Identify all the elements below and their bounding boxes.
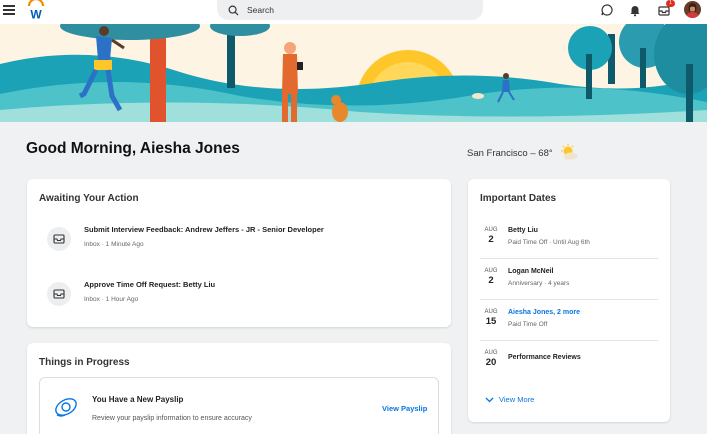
date-detail: Paid Time Off [508, 321, 548, 328]
payslip-subtitle: Review your payslip information to ensur… [92, 415, 252, 422]
date-detail: Anniversary · 4 years [508, 280, 570, 287]
inbox-badge: 1 [666, 0, 675, 7]
task-subtitle: Inbox · 1 Hour Ago [84, 296, 139, 303]
date-item[interactable]: AUG 2 Logan McNeil Anniversary · 4 years [480, 259, 658, 300]
workday-logo[interactable]: W [26, 0, 46, 20]
date-month: AUG [484, 227, 498, 233]
date-item[interactable]: AUG 15 Aiesha Jones, 2 more Paid Time Of… [480, 300, 658, 341]
date-day: 2 [488, 275, 494, 286]
search-placeholder: Search [247, 5, 274, 15]
bell-icon[interactable] [628, 3, 642, 17]
date-day: 15 [485, 316, 497, 327]
search-input[interactable]: Search [217, 0, 483, 20]
welcome-banner-illustration [0, 24, 707, 122]
date-month: AUG [484, 309, 498, 315]
task-subtitle: Inbox · 1 Minute Ago [84, 241, 144, 248]
inbox-tray-icon [47, 227, 71, 251]
weather-widget: San Francisco – 68° [467, 144, 579, 162]
date-detail: Paid Time Off · Until Aug 6th [508, 239, 590, 246]
payslip-title: You Have a New Payslip [92, 395, 184, 404]
date-name-link[interactable]: Aiesha Jones, 2 more [508, 309, 580, 316]
menu-icon[interactable] [3, 5, 15, 15]
date-day: 2 [488, 234, 494, 245]
task-title: Submit Interview Feedback: Andrew Jeffer… [84, 225, 324, 234]
awaiting-action-title: Awaiting Your Action [39, 193, 139, 204]
awaiting-action-card: Awaiting Your Action Submit Interview Fe… [27, 179, 451, 327]
date-month: AUG [484, 268, 498, 274]
important-dates-card: Important Dates AUG 2 Betty Liu Paid Tim… [468, 179, 670, 422]
view-payslip-link[interactable]: View Payslip [382, 404, 427, 413]
view-more-label: View More [499, 395, 535, 404]
inbox-tray-icon [47, 282, 71, 306]
view-more-button[interactable]: View More [485, 395, 534, 404]
things-in-progress-title: Things in Progress [39, 357, 130, 368]
payslip-item[interactable]: You Have a New Payslip Review your paysl… [39, 377, 439, 434]
important-dates-title: Important Dates [480, 193, 557, 204]
task-item[interactable]: Approve Time Off Request: Betty Liu Inbo… [27, 272, 452, 316]
task-title: Approve Time Off Request: Betty Liu [84, 280, 216, 289]
search-icon [228, 5, 239, 16]
chat-icon[interactable] [600, 3, 614, 17]
weather-text: San Francisco – 68° [467, 147, 553, 159]
date-name: Performance Reviews [508, 354, 581, 361]
date-month: AUG [484, 350, 498, 356]
date-name: Betty Liu [508, 227, 538, 234]
date-name: Logan McNeil [508, 268, 554, 275]
partly-sunny-icon [560, 144, 578, 160]
chevron-down-icon [485, 397, 494, 402]
task-item[interactable]: Submit Interview Feedback: Andrew Jeffer… [27, 217, 452, 261]
logo-letter: W [30, 8, 42, 21]
page-title: Good Morning, Aiesha Jones [26, 140, 240, 157]
date-day: 20 [485, 357, 497, 368]
date-item[interactable]: AUG 20 Performance Reviews [480, 341, 658, 382]
payslip-icon [55, 398, 77, 417]
top-bar: W Search 1 [0, 0, 707, 24]
avatar[interactable] [684, 1, 701, 18]
things-in-progress-card: Things in Progress You Have a New Paysli… [27, 343, 451, 434]
date-item[interactable]: AUG 2 Betty Liu Paid Time Off · Until Au… [480, 218, 658, 259]
